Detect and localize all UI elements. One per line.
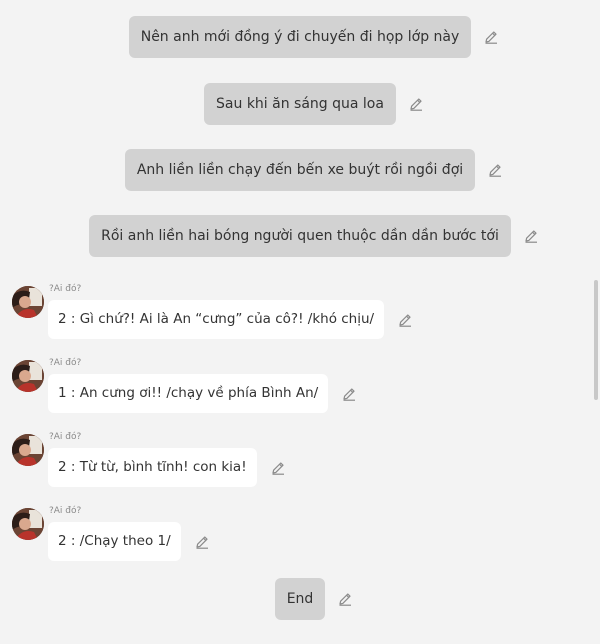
pencil-edit-icon[interactable] — [270, 460, 286, 476]
scrollbar-thumb[interactable] — [594, 280, 598, 400]
end-message: End — [0, 578, 600, 620]
pencil-edit-icon[interactable] — [487, 162, 503, 178]
pencil-edit-icon[interactable] — [337, 591, 353, 607]
pencil-edit-icon[interactable] — [523, 228, 539, 244]
character-avatar — [12, 434, 44, 466]
end-bubble: End — [274, 578, 326, 620]
character-avatar — [12, 360, 44, 392]
speaker-name: ?Ai đó? — [49, 432, 82, 442]
character-avatar — [12, 508, 44, 540]
narration-bubble: Anh liền liền chạy đến bến xe buýt rồi n… — [124, 149, 476, 191]
narration-message: Rồi anh liền hai bóng người quen thuộc d… — [0, 215, 600, 257]
pencil-edit-icon[interactable] — [483, 29, 499, 45]
narration-bubble: Rồi anh liền hai bóng người quen thuộc d… — [89, 215, 511, 257]
speaker-name: ?Ai đó? — [49, 358, 82, 368]
dialogue-bubble: 2 : /Chạy theo 1/ — [48, 522, 181, 561]
speaker-name: ?Ai đó? — [49, 284, 82, 294]
character-avatar — [12, 286, 44, 318]
dialogue-bubble: 2 : Từ từ, bình tĩnh! con kia! — [48, 448, 257, 487]
narration-message: Anh liền liền chạy đến bến xe buýt rồi n… — [0, 149, 600, 191]
pencil-edit-icon[interactable] — [341, 386, 357, 402]
pencil-edit-icon[interactable] — [194, 534, 210, 550]
narration-message: Nên anh mới đồng ý đi chuyến đi họp lớp … — [0, 16, 600, 58]
narration-message: Sau khi ăn sáng qua loa — [0, 83, 600, 125]
dialogue-bubble: 1 : An cưng ơi!! /chạy về phía Bình An/ — [48, 374, 329, 413]
speaker-name: ?Ai đó? — [49, 506, 82, 516]
narration-bubble: Sau khi ăn sáng qua loa — [204, 83, 396, 125]
dialogue-bubble: 2 : Gì chứ?! Ai là An “cưng” của cô?! /k… — [48, 300, 385, 339]
pencil-edit-icon[interactable] — [397, 312, 413, 328]
narration-bubble: Nên anh mới đồng ý đi chuyến đi họp lớp … — [128, 16, 472, 58]
pencil-edit-icon[interactable] — [408, 96, 424, 112]
